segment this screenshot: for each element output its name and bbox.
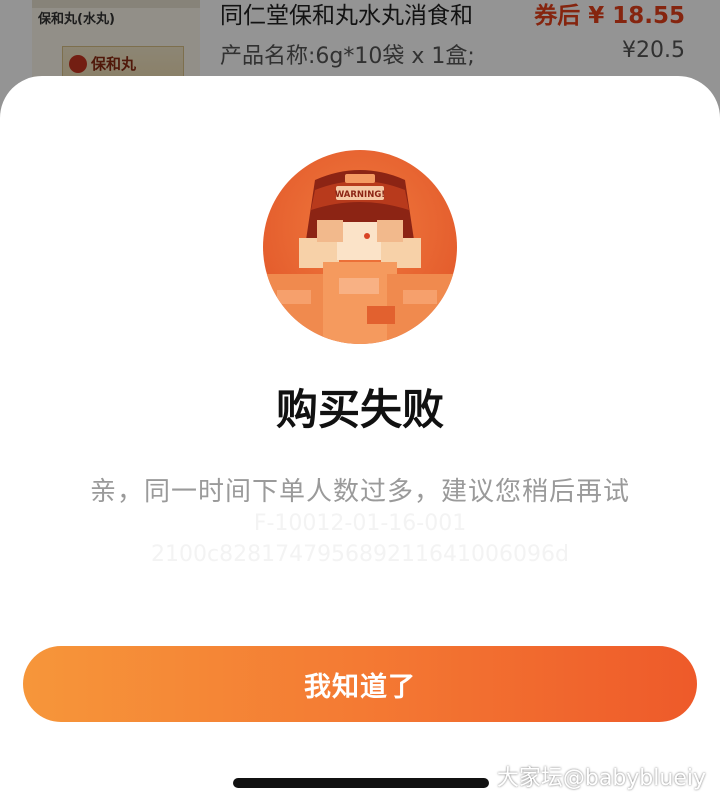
warning-sign-text: WARNING! bbox=[335, 190, 385, 200]
watermark: 大家坛@babyblueiy bbox=[496, 766, 706, 791]
home-indicator[interactable] bbox=[233, 778, 489, 788]
error-code: F-10012-01-16-001 bbox=[253, 511, 467, 536]
trace-id: 2100c828174795689211641006096d bbox=[151, 542, 569, 567]
dialog-message: 亲，同一时间下单人数过多，建议您稍后再试 bbox=[89, 477, 630, 507]
warning-truck-illustration-icon: WARNING! bbox=[263, 150, 457, 344]
dialog-title: 购买失败 bbox=[275, 385, 444, 434]
confirm-button[interactable]: 我知道了 bbox=[23, 646, 697, 722]
purchase-failed-sheet: WARNING! 购买失败 亲，同一时间下单人数过多，建议您稍后再试 F-100… bbox=[0, 76, 720, 802]
